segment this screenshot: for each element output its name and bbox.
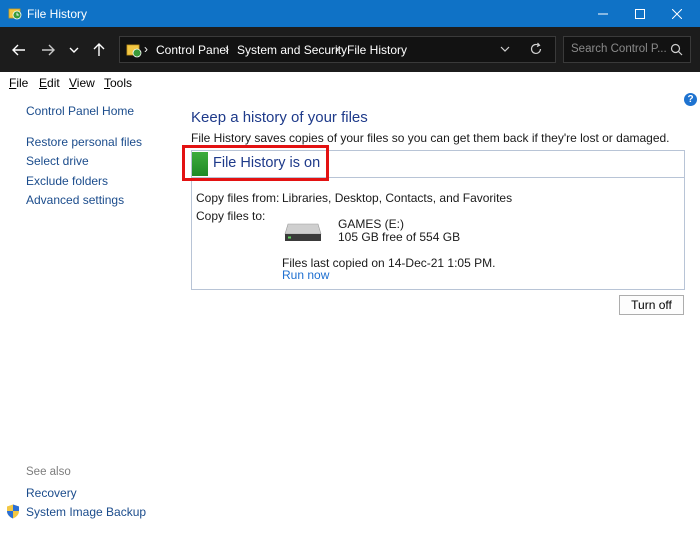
system-image-backup-link[interactable]: System Image Backup — [26, 505, 146, 519]
breadcrumb-separator-icon: › — [335, 42, 339, 56]
up-button[interactable] — [88, 39, 110, 61]
breadcrumb-file-history[interactable]: File History — [347, 43, 407, 57]
arrow-left-icon — [12, 44, 25, 56]
forward-button[interactable] — [37, 39, 59, 61]
see-also-heading: See also — [26, 466, 71, 478]
turn-off-button[interactable]: Turn off — [619, 295, 684, 315]
drive-icon — [284, 223, 322, 241]
address-dropdown-icon[interactable] — [499, 42, 511, 56]
run-now-link[interactable]: Run now — [282, 268, 329, 282]
search-placeholder: Search Control P... — [571, 43, 667, 55]
arrow-up-icon — [93, 43, 105, 56]
restore-personal-files-link[interactable]: Restore personal files — [26, 135, 142, 149]
drive-name: GAMES (E:) — [338, 217, 405, 231]
exclude-folders-link[interactable]: Exclude folders — [26, 174, 108, 188]
close-button[interactable] — [655, 0, 699, 27]
control-panel-home-link[interactable]: Control Panel Home — [26, 104, 134, 118]
minimize-icon — [598, 13, 608, 14]
breadcrumb-system-and-security[interactable]: System and Security — [237, 43, 347, 57]
recovery-link[interactable]: Recovery — [26, 486, 77, 500]
breadcrumb-separator-icon: › — [144, 42, 148, 56]
address-toolbar: › Control Panel › System and Security › … — [0, 27, 700, 72]
help-icon[interactable]: ? — [684, 93, 697, 106]
address-bar[interactable]: › Control Panel › System and Security › … — [119, 36, 556, 63]
menu-file[interactable]: File — [9, 76, 28, 90]
arrow-right-icon — [42, 44, 55, 56]
menu-tools[interactable]: Tools — [104, 76, 132, 90]
control-panel-icon — [126, 44, 142, 58]
title-bar: File History — [0, 0, 700, 27]
window-title: File History — [27, 7, 88, 21]
page-title: Keep a history of your files — [191, 109, 368, 126]
advanced-settings-link[interactable]: Advanced settings — [26, 193, 124, 207]
breadcrumb-separator-icon: › — [225, 42, 229, 56]
page-description: File History saves copies of your files … — [191, 131, 670, 145]
refresh-icon[interactable] — [529, 42, 543, 56]
search-input[interactable]: Search Control P... — [563, 36, 691, 63]
back-button[interactable] — [8, 39, 30, 61]
maximize-icon — [635, 8, 645, 19]
search-icon — [670, 43, 683, 56]
status-highlight-box — [182, 145, 329, 181]
copy-to-label: Copy files to: — [196, 209, 266, 223]
copy-from-value: Libraries, Desktop, Contacts, and Favori… — [282, 191, 513, 205]
menu-bar: File Edit View Tools — [0, 72, 700, 92]
copy-from-label: Copy files from: — [196, 191, 280, 205]
file-history-app-icon — [8, 8, 22, 20]
drive-free-space: 105 GB free of 554 GB — [338, 230, 461, 244]
breadcrumb-control-panel[interactable]: Control Panel — [156, 43, 229, 57]
select-drive-link[interactable]: Select drive — [26, 154, 89, 168]
menu-view[interactable]: View — [69, 76, 95, 90]
chevron-down-icon — [69, 47, 79, 53]
menu-edit[interactable]: Edit — [39, 76, 60, 90]
close-icon — [672, 8, 682, 19]
recent-locations-button[interactable] — [63, 39, 85, 61]
shield-icon — [7, 504, 19, 519]
